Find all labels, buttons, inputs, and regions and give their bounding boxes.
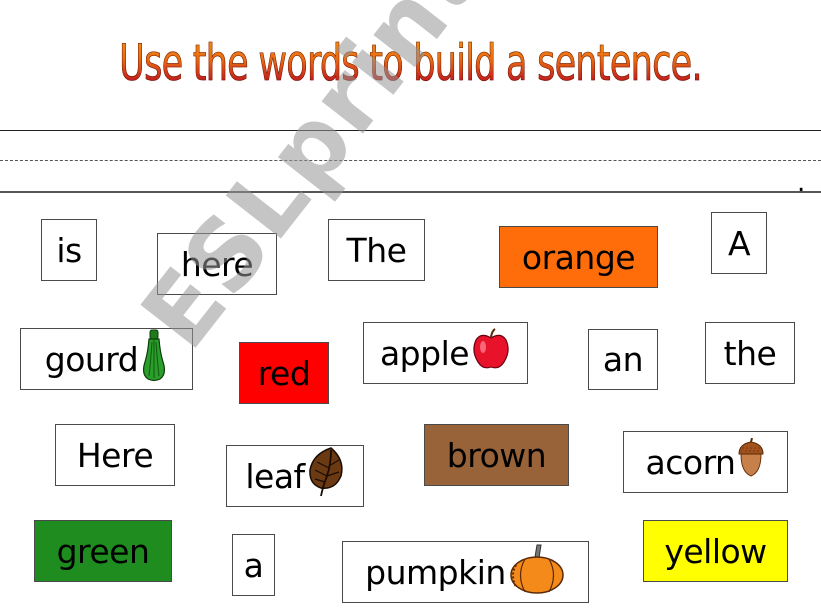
- answer-line-top: [0, 130, 821, 131]
- word-card-apple[interactable]: apple: [363, 322, 528, 384]
- word-label: The: [346, 230, 407, 270]
- word-label: the: [723, 333, 777, 373]
- word-card-leaf[interactable]: leaf: [226, 445, 364, 507]
- word-card-yellow[interactable]: yellow: [643, 520, 788, 582]
- word-label: yellow: [664, 531, 767, 571]
- word-card-green[interactable]: green: [34, 520, 172, 582]
- word-label: acorn: [645, 442, 736, 482]
- word-card-an[interactable]: an: [588, 329, 658, 390]
- word-label: brown: [446, 435, 547, 475]
- pumpkin-icon: [508, 541, 566, 603]
- leaf-icon: [307, 446, 345, 506]
- word-label: gourd: [44, 339, 139, 379]
- word-label: leaf: [245, 456, 305, 496]
- word-label: apple: [379, 333, 470, 373]
- word-card-the[interactable]: the: [705, 322, 795, 384]
- word-label: orange: [521, 237, 636, 277]
- word-label: is: [56, 230, 82, 270]
- word-card-here-capital[interactable]: Here: [55, 424, 175, 486]
- word-label: an: [602, 340, 644, 379]
- word-label: here: [180, 244, 254, 284]
- word-label: a: [243, 545, 264, 585]
- word-label: green: [56, 531, 150, 571]
- word-card-red[interactable]: red: [239, 342, 329, 404]
- word-card-a-capital[interactable]: A: [711, 212, 767, 274]
- answer-line-midline: [0, 160, 821, 161]
- worksheet-title: Use the words to build a sentence.: [90, 28, 730, 98]
- word-card-acorn[interactable]: acorn: [623, 431, 788, 493]
- acorn-icon: [737, 437, 765, 486]
- word-card-orange[interactable]: orange: [499, 226, 658, 288]
- word-card-pumpkin[interactable]: pumpkin: [342, 541, 589, 603]
- word-label: pumpkin: [365, 552, 506, 592]
- word-card-gourd[interactable]: gourd: [20, 328, 193, 390]
- word-label: red: [257, 353, 311, 393]
- word-card-brown[interactable]: brown: [424, 424, 569, 486]
- word-card-the-capital[interactable]: The: [328, 219, 425, 281]
- word-card-a[interactable]: a: [232, 534, 275, 596]
- word-label: A: [727, 223, 751, 263]
- word-card-is[interactable]: is: [41, 219, 97, 281]
- gourd-icon: [140, 328, 168, 390]
- sentence-end-period: .: [797, 168, 806, 198]
- word-label: Here: [76, 435, 154, 475]
- apple-icon: [471, 327, 511, 379]
- answer-line-baseline: [0, 191, 821, 193]
- word-card-here[interactable]: here: [157, 233, 277, 295]
